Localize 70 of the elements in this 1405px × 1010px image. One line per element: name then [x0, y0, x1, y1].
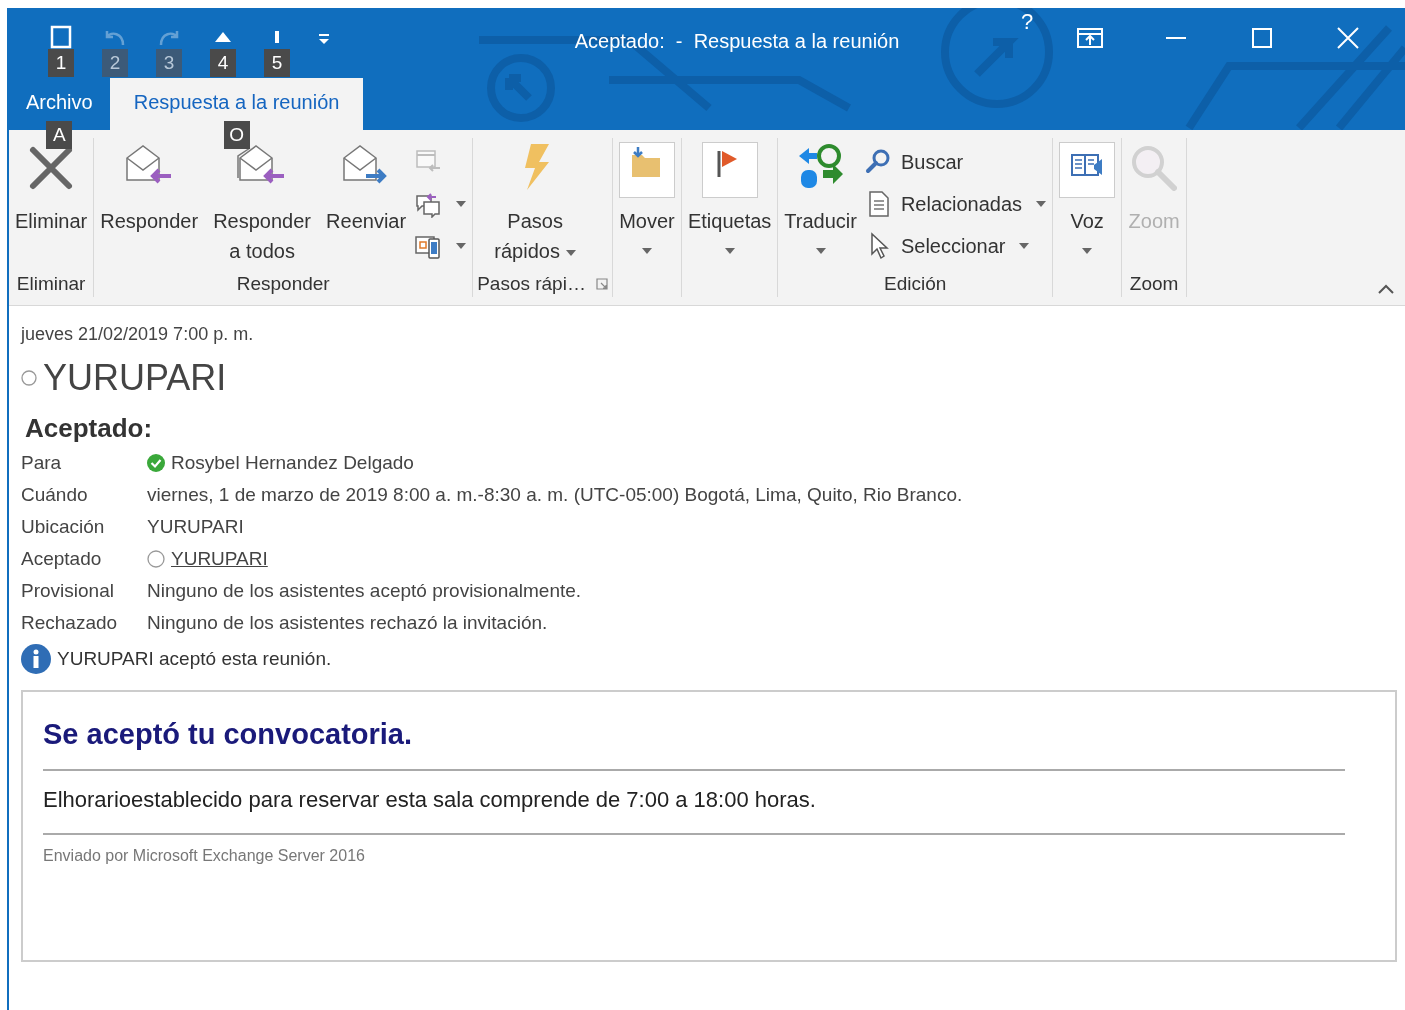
- pin-icon: [275, 31, 279, 43]
- maximize-icon: [1252, 28, 1272, 48]
- close-icon: [1337, 27, 1359, 49]
- folder-icon: [618, 142, 675, 198]
- caret-icon: [456, 201, 467, 207]
- check-icon: [147, 454, 165, 472]
- field-label: Aceptado: [21, 548, 103, 570]
- info-icon: [21, 644, 51, 674]
- message-subject: YURUPARI: [43, 357, 227, 399]
- body-heading: Se aceptó tu convocatoria.: [43, 718, 1345, 771]
- field-label: Rechazado: [21, 612, 119, 634]
- field-label: Ubicación: [21, 516, 106, 538]
- caret-icon: [641, 248, 652, 254]
- caret-icon: [724, 248, 735, 254]
- ribbon-button[interactable]: Relacionadas: [862, 186, 1049, 222]
- field-label: Cuándo: [21, 484, 89, 506]
- ribbon-display-icon: [1077, 28, 1103, 48]
- field-value: Ninguno de los asistentes aceptó provisionalmente.: [147, 580, 582, 602]
- message-date: jueves 21/02/2019 7:00 p. m.: [21, 324, 255, 345]
- field-label: Para: [21, 452, 63, 474]
- caret-icon: [565, 249, 576, 256]
- body-text: Elhorarioestablecido para reservar esta sala comprende de 7:00 a 18:00 horas.: [43, 771, 1345, 835]
- circle-icon: [21, 370, 37, 386]
- ribbon-button[interactable]: Seleccionar: [862, 228, 1049, 264]
- group-label: Eliminar: [16, 273, 86, 295]
- up-arrow-icon: [215, 32, 231, 42]
- ribbon-button[interactable]: Pasos rápidos: [477, 138, 594, 266]
- caret-icon: [1036, 201, 1047, 207]
- caret-icon: [456, 243, 467, 249]
- key-tip: 3: [156, 49, 182, 77]
- key-tip: 2: [102, 49, 128, 77]
- field-label: Provisional: [21, 580, 115, 602]
- group-label: Edición: [884, 273, 947, 295]
- save-icon: [49, 25, 73, 49]
- body-footer: Enviado por Microsoft Exchange Server 2016: [43, 847, 1345, 865]
- info-message: YURUPARI aceptó esta reunión.: [57, 648, 332, 670]
- caret-icon: [1082, 248, 1093, 254]
- customize-icon[interactable]: [317, 32, 331, 46]
- ribbon-button[interactable]: Mover: [616, 138, 677, 254]
- key-tip: 4: [210, 49, 236, 77]
- ribbon-button[interactable]: Buscar: [862, 144, 1049, 180]
- ribbon-button[interactable]: Traducir: [782, 138, 859, 254]
- caret-icon: [815, 248, 826, 254]
- field-value: viernes, 1 de marzo de 2019 8:00 a. m.-8:30 a. m. (UTC-05:00) Bogotá, Lima, Quito, Rio Branco.: [147, 484, 963, 506]
- help-button[interactable]: ?: [1007, 2, 1047, 42]
- field-value: Rosybel Hernandez Delgado: [171, 452, 414, 474]
- window-title: Aceptado: - Respuesta a la reunión: [573, 29, 901, 53]
- key-tip: 1: [48, 49, 74, 77]
- minimize-icon: [1166, 37, 1186, 39]
- group-label: Responder: [236, 273, 330, 295]
- response-status: Aceptado:: [25, 413, 154, 444]
- chat-icon: [414, 190, 443, 218]
- flag-icon: [701, 142, 758, 198]
- field-value: Ninguno de los asistentes rechazó la invitación.: [147, 612, 548, 634]
- circle-icon: [147, 550, 165, 568]
- key-tip: 5: [264, 49, 290, 77]
- group-label: Pasos rápi…: [477, 273, 586, 295]
- attendee-link[interactable]: YURUPARI: [171, 548, 268, 570]
- collapse-icon[interactable]: [1377, 283, 1395, 295]
- ribbon-button[interactable]: Responder: [98, 138, 201, 236]
- caret-icon: [1019, 243, 1030, 249]
- key-tip: A: [46, 121, 73, 149]
- field-value: YURUPARI: [147, 516, 244, 538]
- dialog-launcher-icon[interactable]: [595, 278, 608, 290]
- key-tip: O: [223, 121, 250, 149]
- ribbon-button[interactable]: Reenviar: [324, 138, 409, 236]
- group-label: Zoom: [1129, 273, 1179, 295]
- ribbon-button[interactable]: Voz: [1057, 138, 1118, 254]
- ribbon-button[interactable]: Etiquetas: [685, 138, 774, 254]
- book-icon: [1059, 142, 1116, 198]
